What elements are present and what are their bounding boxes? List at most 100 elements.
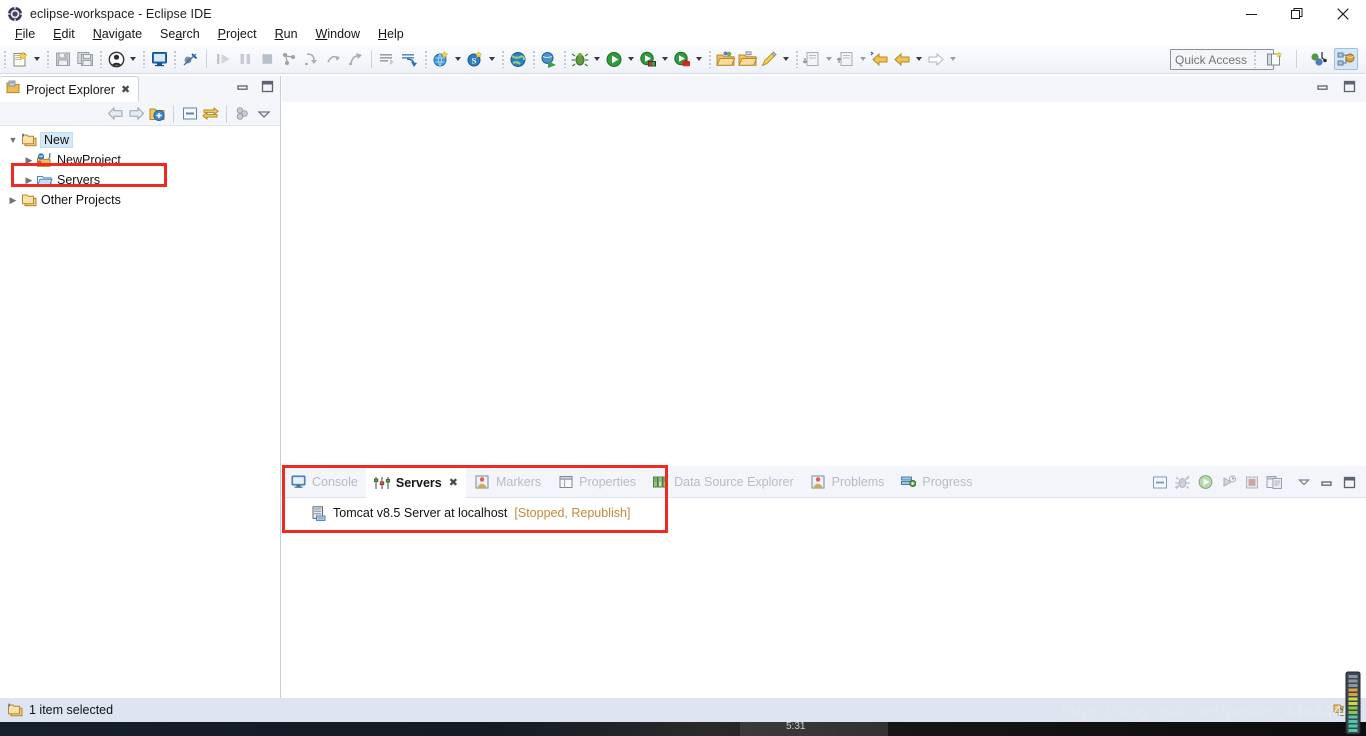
run-server-arrow[interactable]: [659, 47, 671, 71]
open-type-icon[interactable]: [736, 47, 758, 71]
toggle-breakpoint-icon[interactable]: [179, 47, 201, 71]
step-return-icon[interactable]: [344, 47, 366, 71]
server-list-item[interactable]: Tomcat v8.5 Server at localhost [Stopped…: [282, 503, 1366, 523]
debug-icon[interactable]: [569, 47, 591, 71]
collapse-all-icon[interactable]: [179, 104, 200, 124]
maximize-view-icon[interactable]: [261, 80, 274, 98]
problems-icon: [810, 474, 827, 490]
new-dropdown-arrow[interactable]: [31, 47, 43, 71]
open-console-icon[interactable]: [148, 47, 170, 71]
back-navigation-icon[interactable]: [105, 104, 126, 124]
debug-server-icon[interactable]: [1172, 471, 1193, 493]
next-annotation-arrow[interactable]: [823, 47, 835, 71]
menu-project[interactable]: Project: [209, 25, 266, 43]
save-all-icon[interactable]: [74, 47, 96, 71]
start-server-icon[interactable]: [1195, 471, 1216, 493]
tab-properties[interactable]: Properties: [549, 466, 644, 498]
java-ee-perspective-icon[interactable]: [1306, 48, 1330, 70]
maximize-panel-icon[interactable]: [1339, 471, 1360, 493]
tree-row-other-projects[interactable]: ▶ Other Projects: [0, 190, 280, 210]
profile-icon[interactable]: [671, 47, 693, 71]
minimize-panel-icon[interactable]: [1316, 471, 1337, 493]
web-perspective-icon[interactable]: [1334, 48, 1358, 70]
step-over-icon[interactable]: [322, 47, 344, 71]
view-menu-icon[interactable]: [1293, 471, 1314, 493]
collapse-all-icon[interactable]: [1149, 471, 1170, 493]
chevron-right-icon[interactable]: ▶: [22, 170, 36, 190]
tab-progress[interactable]: Progress: [892, 466, 980, 498]
previous-annotation-arrow[interactable]: [857, 47, 869, 71]
chevron-down-icon[interactable]: ▼: [6, 130, 20, 150]
tab-problems[interactable]: Problems: [802, 466, 893, 498]
new-servlet-arrow[interactable]: [486, 47, 498, 71]
chevron-right-icon[interactable]: ▶: [6, 190, 20, 210]
skip-all-breakpoints-icon[interactable]: [377, 47, 399, 71]
tree-row-servers[interactable]: ▶ Servers: [0, 170, 280, 190]
search-arrow[interactable]: [780, 47, 792, 71]
menu-search[interactable]: Search: [151, 25, 209, 43]
drop-to-frame-icon[interactable]: [399, 47, 421, 71]
tab-console[interactable]: Console: [282, 466, 366, 498]
forward-navigation-icon[interactable]: [126, 104, 147, 124]
perspective-drag-handle[interactable]: [1252, 50, 1257, 68]
tab-markers[interactable]: Markers: [466, 466, 549, 498]
menu-navigate[interactable]: Navigate: [84, 25, 151, 43]
close-icon[interactable]: ✖: [121, 83, 130, 96]
tab-servers[interactable]: Servers ✖: [365, 465, 466, 498]
search-icon[interactable]: [758, 47, 780, 71]
view-menu-icon[interactable]: [253, 104, 274, 124]
profile-server-icon[interactable]: [1218, 471, 1239, 493]
next-annotation-icon[interactable]: [801, 47, 823, 71]
toolbar-separator-10: [794, 50, 799, 68]
tree-row-new[interactable]: ▼ New: [0, 130, 280, 150]
menu-file[interactable]: File: [6, 25, 44, 43]
new-java-project-arrow[interactable]: [452, 47, 464, 71]
forward-nav-icon[interactable]: [925, 47, 947, 71]
minimize-editor-icon[interactable]: [1316, 80, 1329, 98]
new-java-project-icon[interactable]: [430, 47, 452, 71]
menu-window[interactable]: Window: [307, 25, 369, 43]
run-arrow[interactable]: [625, 47, 637, 71]
link-with-editor-icon[interactable]: [200, 104, 221, 124]
toolbar-drag-handle[interactable]: [2, 50, 7, 68]
new-servlet-icon[interactable]: S: [464, 47, 486, 71]
disconnect-icon[interactable]: [278, 47, 300, 71]
menu-help[interactable]: Help: [369, 25, 413, 43]
user-icon[interactable]: [105, 47, 127, 71]
debug-arrow[interactable]: [591, 47, 603, 71]
run-icon[interactable]: [603, 47, 625, 71]
terminate-icon[interactable]: [256, 47, 278, 71]
maximize-editor-icon[interactable]: [1343, 80, 1356, 98]
menu-edit[interactable]: Edit: [44, 25, 84, 43]
collapse-home-icon[interactable]: [147, 104, 168, 124]
menu-run[interactable]: Run: [266, 25, 307, 43]
taskbar-tray-icon[interactable]: [1343, 666, 1363, 736]
resume-icon[interactable]: [212, 47, 234, 71]
open-perspective-icon[interactable]: [1263, 48, 1287, 70]
open-web-browser-icon[interactable]: [507, 47, 529, 71]
back-icon[interactable]: [869, 47, 891, 71]
tab-data-source-explorer[interactable]: Data Source Explorer: [644, 466, 802, 498]
new-wizard-icon[interactable]: [9, 47, 31, 71]
tab-project-explorer[interactable]: Project Explorer ✖: [0, 76, 140, 102]
publish-server-icon[interactable]: [1264, 471, 1285, 493]
stop-server-icon[interactable]: [1241, 471, 1262, 493]
save-icon[interactable]: [52, 47, 74, 71]
minimize-view-icon[interactable]: [236, 80, 249, 98]
taskbar-active-window[interactable]: [740, 722, 888, 736]
chevron-right-icon[interactable]: ▶: [22, 150, 36, 170]
profile-arrow[interactable]: [693, 47, 705, 71]
previous-annotation-icon[interactable]: [835, 47, 857, 71]
user-dropdown-arrow[interactable]: [127, 47, 139, 71]
run-server-icon[interactable]: [637, 47, 659, 71]
forward-nav-arrow[interactable]: [947, 47, 959, 71]
new-folder-icon[interactable]: [714, 47, 736, 71]
step-into-icon[interactable]: [300, 47, 322, 71]
forward-icon[interactable]: [891, 47, 913, 71]
close-icon[interactable]: ✖: [449, 476, 458, 489]
suspend-icon[interactable]: [234, 47, 256, 71]
run-web-app-icon[interactable]: [538, 47, 560, 71]
tree-row-newproject[interactable]: ▶ J NewProject: [0, 150, 280, 170]
back-arrow[interactable]: [913, 47, 925, 71]
view-menu-filters-icon[interactable]: [232, 104, 253, 124]
